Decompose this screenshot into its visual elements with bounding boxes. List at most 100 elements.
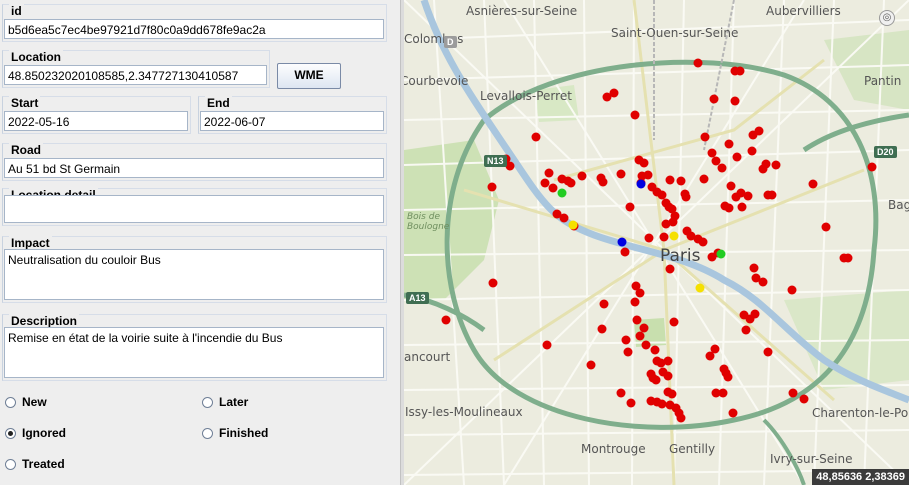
incident-marker-red[interactable]: [620, 247, 630, 257]
radio-indicator[interactable]: [5, 396, 16, 408]
incident-marker-red[interactable]: [747, 146, 757, 156]
incident-marker-red[interactable]: [676, 176, 686, 186]
incident-marker-red[interactable]: [808, 179, 818, 189]
incident-marker-red[interactable]: [788, 388, 798, 398]
incident-marker-red[interactable]: [635, 331, 645, 341]
incident-marker-red[interactable]: [625, 202, 635, 212]
incident-marker-red[interactable]: [597, 324, 607, 334]
incident-marker-red[interactable]: [730, 96, 740, 106]
incident-marker-red[interactable]: [577, 171, 587, 181]
end-date-field[interactable]: 2022-06-07: [200, 111, 384, 131]
incident-marker-red[interactable]: [635, 288, 645, 298]
incident-marker-yellow[interactable]: [568, 220, 578, 230]
incident-marker-blue[interactable]: [617, 237, 627, 247]
status-radio-new[interactable]: New: [5, 395, 47, 409]
incident-marker-red[interactable]: [732, 152, 742, 162]
incident-marker-red[interactable]: [487, 182, 497, 192]
incident-marker-red[interactable]: [641, 340, 651, 350]
incident-marker-red[interactable]: [488, 278, 498, 288]
incident-marker-red[interactable]: [669, 317, 679, 327]
radio-indicator-selected[interactable]: [5, 427, 16, 439]
incident-marker-red[interactable]: [623, 347, 633, 357]
incident-marker-red[interactable]: [563, 176, 573, 186]
location-icon[interactable]: ◎: [879, 10, 895, 26]
incident-marker-red[interactable]: [661, 219, 671, 229]
incident-marker-red[interactable]: [754, 126, 764, 136]
status-radio-later[interactable]: Later: [202, 395, 248, 409]
incident-marker-red[interactable]: [663, 356, 673, 366]
incident-marker-red[interactable]: [659, 232, 669, 242]
incident-marker-red[interactable]: [749, 263, 759, 273]
incident-marker-red[interactable]: [505, 161, 515, 171]
incident-marker-red[interactable]: [758, 164, 768, 174]
incident-marker-red[interactable]: [630, 297, 640, 307]
incident-marker-yellow[interactable]: [695, 283, 705, 293]
incident-marker-green[interactable]: [716, 249, 726, 259]
incident-marker-red[interactable]: [728, 408, 738, 418]
location-detail-field[interactable]: [4, 195, 384, 223]
incident-marker-red[interactable]: [707, 148, 717, 158]
incident-marker-red[interactable]: [540, 178, 550, 188]
incident-marker-red[interactable]: [700, 132, 710, 142]
id-field[interactable]: b5d6ea5c7ec4be97921d7f80c0a9dd678fe9ac2a: [4, 19, 384, 39]
incident-marker-red[interactable]: [724, 139, 734, 149]
incident-marker-red[interactable]: [717, 163, 727, 173]
incident-marker-red[interactable]: [711, 388, 721, 398]
incident-marker-red[interactable]: [621, 335, 631, 345]
incident-marker-red[interactable]: [737, 202, 747, 212]
incident-marker-red[interactable]: [681, 192, 691, 202]
map-view[interactable]: Asnières-sur-Seine Aubervilliers Colombe…: [404, 0, 909, 485]
incident-marker-red[interactable]: [724, 203, 734, 213]
status-radio-treated[interactable]: Treated: [5, 457, 65, 471]
incident-marker-red[interactable]: [599, 299, 609, 309]
incident-marker-red[interactable]: [745, 314, 755, 324]
incident-marker-red[interactable]: [693, 58, 703, 68]
wme-button[interactable]: WME: [277, 63, 341, 89]
incident-marker-red[interactable]: [741, 325, 751, 335]
radio-indicator[interactable]: [202, 427, 213, 439]
incident-marker-red[interactable]: [630, 110, 640, 120]
incident-marker-red[interactable]: [726, 181, 736, 191]
incident-marker-red[interactable]: [542, 340, 552, 350]
incident-marker-red[interactable]: [616, 388, 626, 398]
incident-marker-red[interactable]: [650, 345, 660, 355]
incident-marker-red[interactable]: [799, 394, 809, 404]
incident-marker-red[interactable]: [531, 132, 541, 142]
incident-marker-red[interactable]: [559, 213, 569, 223]
incident-marker-red[interactable]: [639, 158, 649, 168]
incident-marker-red[interactable]: [632, 315, 642, 325]
incident-marker-red[interactable]: [743, 191, 753, 201]
incident-marker-red[interactable]: [709, 94, 719, 104]
incident-marker-red[interactable]: [616, 169, 626, 179]
incident-marker-red[interactable]: [699, 174, 709, 184]
incident-marker-green[interactable]: [557, 188, 567, 198]
incident-marker-yellow[interactable]: [669, 231, 679, 241]
incident-marker-red[interactable]: [676, 413, 686, 423]
incident-marker-red[interactable]: [867, 162, 877, 172]
incident-marker-red[interactable]: [626, 398, 636, 408]
incident-marker-red[interactable]: [609, 88, 619, 98]
incident-marker-red[interactable]: [763, 347, 773, 357]
incident-marker-red[interactable]: [598, 177, 608, 187]
incident-marker-red[interactable]: [544, 168, 554, 178]
incident-marker-red[interactable]: [663, 371, 673, 381]
incident-marker-red[interactable]: [665, 175, 675, 185]
incident-marker-red[interactable]: [651, 375, 661, 385]
road-field[interactable]: Au 51 bd St Germain: [4, 158, 384, 178]
location-field[interactable]: 48.850232020108585,2.347727130410587: [4, 65, 267, 85]
radio-indicator[interactable]: [5, 458, 16, 470]
incident-marker-red[interactable]: [843, 253, 853, 263]
incident-marker-red[interactable]: [705, 351, 715, 361]
incident-marker-red[interactable]: [735, 66, 745, 76]
incident-marker-red[interactable]: [643, 170, 653, 180]
incident-marker-red[interactable]: [711, 156, 721, 166]
incident-marker-red[interactable]: [821, 222, 831, 232]
start-date-field[interactable]: 2022-05-16: [4, 111, 188, 131]
incident-marker-blue[interactable]: [636, 179, 646, 189]
incident-marker-red[interactable]: [771, 160, 781, 170]
status-radio-ignored[interactable]: Ignored: [5, 426, 66, 440]
incident-marker-red[interactable]: [657, 190, 667, 200]
incident-marker-red[interactable]: [548, 183, 558, 193]
status-radio-finished[interactable]: Finished: [202, 426, 268, 440]
incident-marker-red[interactable]: [723, 372, 733, 382]
